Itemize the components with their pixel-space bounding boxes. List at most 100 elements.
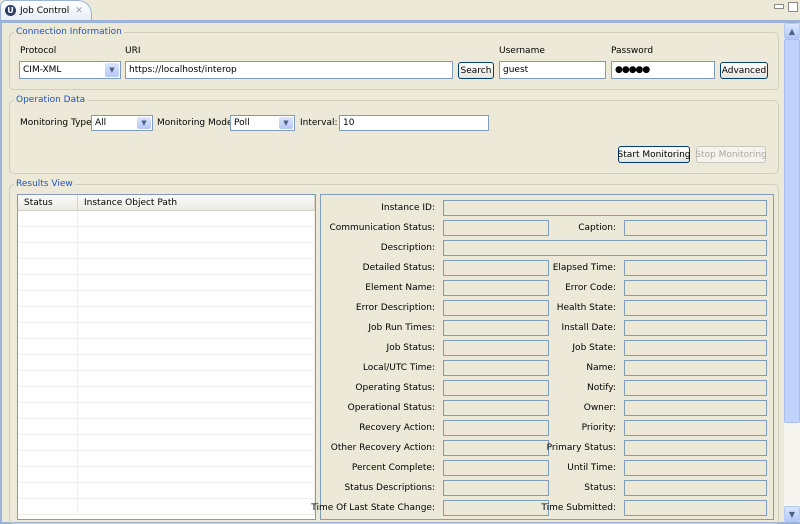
time-of-last-state-change-field[interactable]	[443, 500, 549, 516]
error-code-field[interactable]	[624, 280, 767, 296]
advanced-button[interactable]: Advanced	[720, 62, 768, 79]
table-row[interactable]	[18, 499, 315, 515]
monitoring-mode-select[interactable]: Poll ▼	[230, 115, 295, 131]
job-run-times-label: Job Run Times:	[368, 323, 435, 333]
job-status-field[interactable]	[443, 340, 549, 356]
table-cell	[18, 467, 78, 483]
table-cell	[18, 435, 78, 451]
install-date-label: Install Date:	[561, 323, 617, 333]
operating-status-field[interactable]	[443, 380, 549, 396]
results-table[interactable]: Status Instance Object Path	[17, 194, 316, 520]
name-field[interactable]	[624, 360, 767, 376]
table-row[interactable]	[18, 243, 315, 259]
table-row[interactable]	[18, 323, 315, 339]
table-cell	[78, 467, 315, 483]
caption-field[interactable]	[624, 220, 767, 236]
status-descriptions-label: Status Descriptions:	[344, 483, 435, 493]
table-row[interactable]	[18, 227, 315, 243]
scroll-up-icon[interactable]: ▲	[784, 23, 800, 39]
table-cell	[78, 499, 315, 515]
table-cell	[78, 275, 315, 291]
element-name-field[interactable]	[443, 280, 549, 296]
table-cell	[78, 323, 315, 339]
stop-monitoring-button[interactable]: Stop Monitoring	[695, 146, 767, 163]
minimize-icon[interactable]	[774, 4, 784, 9]
start-monitoring-button[interactable]: Start Monitoring	[618, 146, 691, 163]
maximize-icon[interactable]	[788, 2, 798, 12]
elapsed-time-field[interactable]	[624, 260, 767, 276]
recovery-action-label: Recovery Action:	[359, 423, 435, 433]
job-control-icon: U	[5, 5, 16, 16]
column-header-status[interactable]: Status	[18, 195, 78, 211]
table-row[interactable]	[18, 291, 315, 307]
operational-status-field[interactable]	[443, 400, 549, 416]
protocol-select[interactable]: CIM-XML ▼	[19, 61, 121, 79]
password-input[interactable]: ●●●●●	[611, 61, 715, 79]
until-time-field[interactable]	[624, 460, 767, 476]
table-cell	[78, 483, 315, 499]
chevron-down-icon[interactable]: ▼	[279, 117, 293, 129]
error-description-field[interactable]	[443, 300, 549, 316]
table-header: Status Instance Object Path	[18, 195, 315, 211]
table-cell	[18, 355, 78, 371]
table-row[interactable]	[18, 467, 315, 483]
communication-status-field[interactable]	[443, 220, 549, 236]
uri-value: https://localhost/interop	[129, 65, 237, 75]
job-run-times-field[interactable]	[443, 320, 549, 336]
scrollbar-thumb[interactable]	[784, 39, 800, 423]
time-submitted-field[interactable]	[624, 500, 767, 516]
table-row[interactable]	[18, 307, 315, 323]
table-row[interactable]	[18, 435, 315, 451]
table-row[interactable]	[18, 355, 315, 371]
table-cell	[78, 355, 315, 371]
other-recovery-action-field[interactable]	[443, 440, 549, 456]
percent-complete-field[interactable]	[443, 460, 549, 476]
primary-status-field[interactable]	[624, 440, 767, 456]
table-row[interactable]	[18, 371, 315, 387]
install-date-field[interactable]	[624, 320, 767, 336]
table-row[interactable]	[18, 259, 315, 275]
table-row[interactable]	[18, 339, 315, 355]
detailed-status-field[interactable]	[443, 260, 549, 276]
table-row[interactable]	[18, 451, 315, 467]
table-cell	[18, 275, 78, 291]
close-icon[interactable]: ✕	[75, 6, 83, 16]
vertical-scrollbar[interactable]: ▲ ▼	[784, 23, 800, 522]
status-field[interactable]	[624, 480, 767, 496]
interval-input[interactable]: 10	[339, 115, 489, 131]
uri-input[interactable]: https://localhost/interop	[125, 61, 453, 79]
interval-value: 10	[343, 118, 355, 128]
table-row[interactable]	[18, 275, 315, 291]
time-submitted-label: Time Submitted:	[541, 503, 616, 513]
localutc-time-field[interactable]	[443, 360, 549, 376]
search-button[interactable]: Search	[458, 62, 494, 79]
uri-label: URI	[125, 46, 141, 56]
owner-field[interactable]	[624, 400, 767, 416]
priority-field[interactable]	[624, 420, 767, 436]
column-header-instance-object-path[interactable]: Instance Object Path	[78, 195, 315, 211]
monitoring-mode-value: Poll	[234, 118, 250, 128]
recovery-action-field[interactable]	[443, 420, 549, 436]
username-input[interactable]: guest	[499, 61, 606, 79]
table-row[interactable]	[18, 419, 315, 435]
table-row[interactable]	[18, 403, 315, 419]
table-cell	[78, 259, 315, 275]
table-row[interactable]	[18, 483, 315, 499]
chevron-down-icon[interactable]: ▼	[105, 63, 119, 77]
table-row[interactable]	[18, 211, 315, 227]
table-cell	[78, 227, 315, 243]
status-descriptions-field[interactable]	[443, 480, 549, 496]
caption-label: Caption:	[578, 223, 616, 233]
notify-field[interactable]	[624, 380, 767, 396]
monitoring-type-select[interactable]: All ▼	[91, 115, 153, 131]
job-state-field[interactable]	[624, 340, 767, 356]
table-row[interactable]	[18, 387, 315, 403]
table-cell	[18, 499, 78, 515]
scroll-down-icon[interactable]: ▼	[784, 506, 800, 522]
tab-job-control[interactable]: U Job Control ✕	[0, 0, 92, 20]
health-state-field[interactable]	[624, 300, 767, 316]
chevron-down-icon[interactable]: ▼	[137, 117, 151, 129]
description-field[interactable]	[443, 240, 767, 256]
instance-id-field[interactable]	[443, 200, 767, 216]
table-cell	[18, 403, 78, 419]
